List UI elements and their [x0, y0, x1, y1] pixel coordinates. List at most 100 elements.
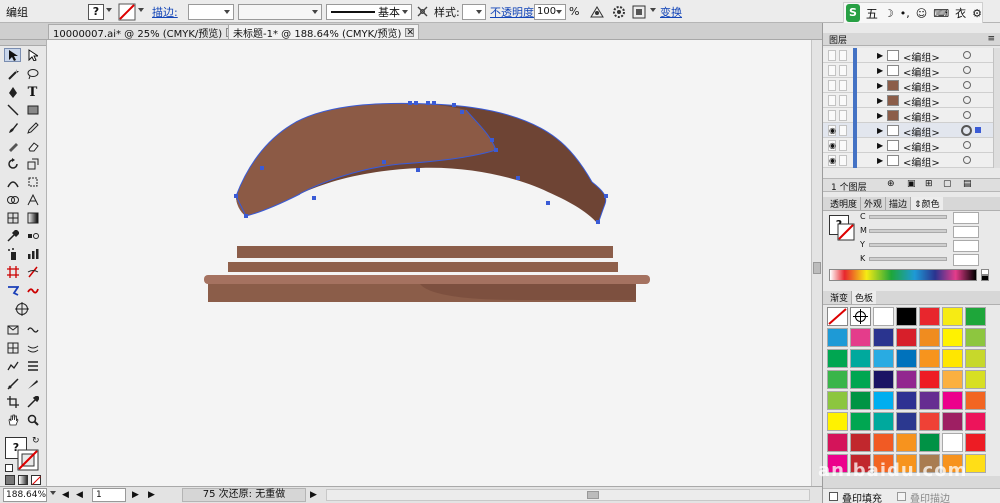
- first-artboard-icon[interactable]: ◀: [62, 490, 69, 500]
- last-artboard-icon[interactable]: ▶: [148, 490, 155, 500]
- color-swatch[interactable]: [873, 412, 894, 431]
- vertical-scrollbar[interactable]: [811, 40, 822, 486]
- line-tool-icon[interactable]: [4, 103, 21, 117]
- lasso-tool-icon[interactable]: [24, 67, 41, 81]
- color-swatch[interactable]: [942, 391, 963, 410]
- smile-icon[interactable]: ☺: [916, 7, 927, 20]
- color-swatch[interactable]: [896, 412, 917, 431]
- rectangle-tool-icon[interactable]: [24, 103, 41, 117]
- new-layer-icon[interactable]: ▢: [943, 179, 952, 189]
- hand-tool-icon[interactable]: [4, 413, 21, 427]
- fill-swatch[interactable]: ?: [88, 0, 112, 23]
- color-mode-icon[interactable]: [5, 475, 15, 485]
- target-icon[interactable]: [963, 156, 971, 164]
- stroke-weight-select[interactable]: [188, 0, 234, 23]
- pencil-tool-icon[interactable]: [24, 121, 41, 135]
- ime-mode[interactable]: 五: [866, 5, 878, 22]
- zoom-field[interactable]: 188.64%: [3, 488, 47, 502]
- status-menu-icon[interactable]: ▶: [310, 490, 317, 500]
- direct-selection-tool-icon[interactable]: [24, 48, 41, 62]
- color-swatch[interactable]: [873, 391, 894, 410]
- target-icon[interactable]: [963, 66, 971, 74]
- black-input[interactable]: [953, 254, 979, 266]
- tab-swatches[interactable]: 色板: [852, 291, 877, 304]
- target-selected-icon[interactable]: [961, 125, 972, 136]
- locate-object-icon[interactable]: ⊕: [887, 179, 895, 189]
- new-sublayer-icon[interactable]: ⊞: [925, 179, 933, 189]
- stroke-profile-select[interactable]: 基本: [326, 0, 412, 23]
- list-icon[interactable]: [24, 359, 41, 373]
- artboard-canvas[interactable]: [47, 40, 811, 486]
- stroke-link[interactable]: 描边:: [152, 0, 178, 23]
- magic-wand-tool-icon[interactable]: [4, 67, 21, 81]
- target-icon[interactable]: [963, 111, 971, 119]
- color-swatch[interactable]: [942, 307, 963, 326]
- mesh-tool-icon[interactable]: [4, 211, 21, 225]
- color-stroke-box[interactable]: [837, 223, 855, 241]
- stroke-color-box[interactable]: [17, 449, 39, 471]
- color-swatch[interactable]: [896, 307, 917, 326]
- eraser-tool-icon[interactable]: [24, 139, 41, 153]
- clip-mask-icon[interactable]: ▣: [907, 179, 916, 189]
- chevron-down-icon[interactable]: [50, 491, 56, 498]
- target-icon[interactable]: [963, 96, 971, 104]
- layers-scrollbar[interactable]: [993, 48, 1000, 168]
- yellow-slider[interactable]: [869, 243, 947, 247]
- layer-row[interactable]: ▶ <编组>: [823, 63, 993, 79]
- close-icon[interactable]: ✕: [405, 27, 415, 37]
- shelf-middle-slat[interactable]: [228, 262, 618, 272]
- warp-tool-icon[interactable]: [24, 283, 41, 297]
- magenta-slider[interactable]: [869, 229, 947, 233]
- color-swatch[interactable]: [919, 433, 940, 452]
- pen-tool-icon[interactable]: [4, 85, 21, 99]
- target-icon[interactable]: [963, 51, 971, 59]
- reshape-tool-icon[interactable]: [4, 283, 21, 297]
- tab-document-2[interactable]: 未标题-1* @ 188.64% (CMYK/预览) ✕: [228, 24, 420, 40]
- wrench-icon[interactable]: ⚙: [972, 7, 982, 20]
- color-swatch[interactable]: [942, 433, 963, 452]
- transform-link[interactable]: 变换: [660, 0, 682, 23]
- none-mode-icon[interactable]: [31, 475, 41, 485]
- overprint-stroke-checkbox[interactable]: [897, 492, 906, 501]
- color-swatch[interactable]: [919, 391, 940, 410]
- crop-tool-icon[interactable]: [4, 395, 21, 409]
- layer-row[interactable]: ▶ <编组>: [823, 48, 993, 64]
- default-colors-icon[interactable]: [5, 464, 13, 472]
- panel-menu-icon[interactable]: ≡: [987, 34, 995, 44]
- shirt-icon[interactable]: 衣: [955, 5, 966, 21]
- color-swatch[interactable]: [919, 307, 940, 326]
- crosshair-icon[interactable]: [13, 302, 30, 316]
- color-swatch[interactable]: [827, 391, 848, 410]
- zoom-tool-icon[interactable]: [24, 413, 41, 427]
- type-tool-icon[interactable]: T: [24, 85, 41, 100]
- recolor-icon[interactable]: [588, 0, 606, 23]
- envelope-distort-icon[interactable]: [4, 323, 21, 337]
- symbol-sprayer-tool-icon[interactable]: [4, 247, 21, 261]
- color-swatch[interactable]: [919, 412, 940, 431]
- shelf-base-slat[interactable]: [204, 275, 650, 284]
- color-swatch[interactable]: [827, 328, 848, 347]
- tab-gradient[interactable]: 渐变: [827, 291, 853, 304]
- color-swatch[interactable]: [965, 370, 986, 389]
- layer-row[interactable]: ▶ <编组>: [823, 93, 993, 109]
- keyboard-icon[interactable]: ⌨: [933, 7, 949, 20]
- color-swatch[interactable]: [896, 328, 917, 347]
- scroll-thumb[interactable]: [587, 491, 599, 499]
- target-icon[interactable]: [963, 141, 971, 149]
- color-swatch[interactable]: [942, 370, 963, 389]
- selection-tool-icon[interactable]: [4, 48, 21, 62]
- blob-brush-tool-icon[interactable]: [4, 139, 21, 153]
- opacity-input[interactable]: 100 %: [534, 0, 579, 23]
- punctuation-icon[interactable]: •,: [900, 7, 910, 20]
- magenta-input[interactable]: [953, 226, 979, 238]
- brush-tool-icon[interactable]: [24, 395, 41, 409]
- layer-row[interactable]: ◉ ▶ <编组>: [823, 138, 993, 154]
- trash-icon[interactable]: ▤: [963, 179, 972, 189]
- moon-icon[interactable]: ☽: [884, 7, 894, 20]
- next-artboard-icon[interactable]: ▶: [132, 490, 139, 500]
- color-swatch[interactable]: [873, 307, 894, 326]
- color-swatch[interactable]: [919, 328, 940, 347]
- cyan-input[interactable]: [953, 212, 979, 224]
- color-swatch[interactable]: [827, 412, 848, 431]
- pucker-tool-icon[interactable]: [24, 341, 41, 355]
